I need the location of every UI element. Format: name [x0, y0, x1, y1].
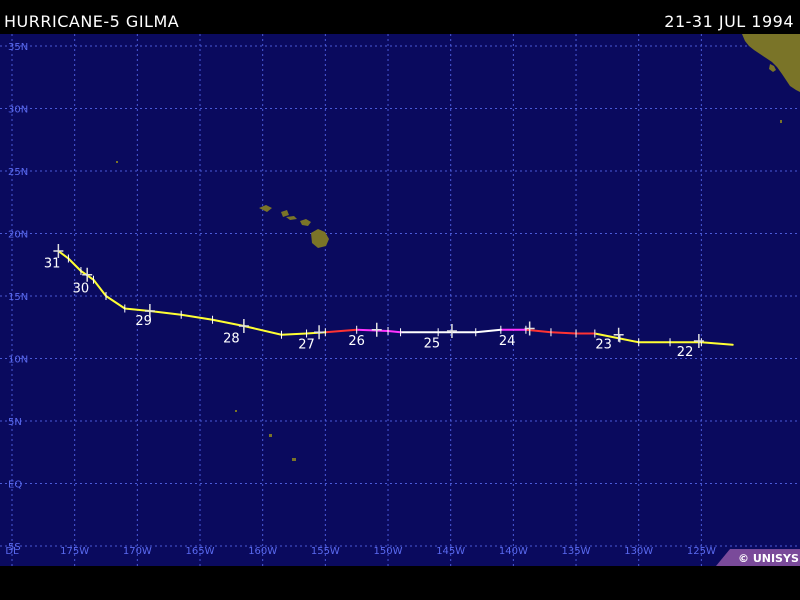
track-segment: [387, 330, 402, 334]
longitude-label: 145W: [436, 546, 465, 557]
longitude-label: 170W: [123, 546, 152, 557]
day-label: 27: [298, 338, 315, 353]
small-islet: [292, 458, 296, 461]
day-label: 25: [424, 336, 441, 351]
longitude-label: DL: [5, 546, 19, 557]
latitude-label: 35N: [8, 42, 28, 53]
hurricane-track-map: 22 23 24 25 26 27 28 29 30 31 35N 30N 25N 20N 15N 10N 5…: [0, 0, 800, 600]
date-range: 21-31 JUL 1994: [664, 12, 794, 31]
credit-text: © UNISYS: [738, 552, 799, 565]
credit-badge: © UNISYS: [716, 549, 800, 566]
longitude-label: 125W: [687, 546, 716, 557]
latitude-label: 30N: [8, 105, 28, 116]
longitude-label: 135W: [562, 546, 591, 557]
day-label: 23: [595, 338, 612, 353]
small-islet: [780, 120, 782, 123]
track-segment: [280, 332, 308, 336]
day-label: 31: [44, 256, 61, 271]
day-label: 30: [73, 281, 90, 296]
latitude-label: 25N: [8, 167, 28, 178]
small-islet: [235, 410, 237, 412]
day-label: 28: [223, 331, 240, 346]
day-label: 29: [135, 314, 152, 329]
latitude-label: 20N: [8, 230, 28, 241]
footer-bar: [0, 566, 800, 600]
longitude-label: 130W: [624, 546, 653, 557]
latitude-label: 15N: [8, 292, 28, 303]
header-bar: HURRICANE-5 GILMA 21-31 JUL 1994: [0, 0, 800, 34]
longitude-label: 150W: [374, 546, 403, 557]
small-islet: [116, 161, 118, 163]
longitude-label: 175W: [60, 546, 89, 557]
small-islet: [269, 434, 272, 437]
ocean-area: [0, 34, 800, 566]
longitude-label: 165W: [186, 546, 215, 557]
day-label: 24: [499, 334, 516, 349]
track-segment: [549, 331, 578, 335]
latitude-label: 10N: [8, 355, 28, 366]
longitude-label: 160W: [248, 546, 277, 557]
day-label: 22: [677, 345, 694, 360]
longitude-label: 155W: [311, 546, 340, 557]
longitude-label: 140W: [499, 546, 528, 557]
day-label: 26: [348, 334, 365, 349]
storm-title: HURRICANE-5 GILMA: [4, 12, 180, 31]
latitude-label: 5N: [8, 417, 22, 428]
latitude-label: EQ: [8, 480, 22, 491]
